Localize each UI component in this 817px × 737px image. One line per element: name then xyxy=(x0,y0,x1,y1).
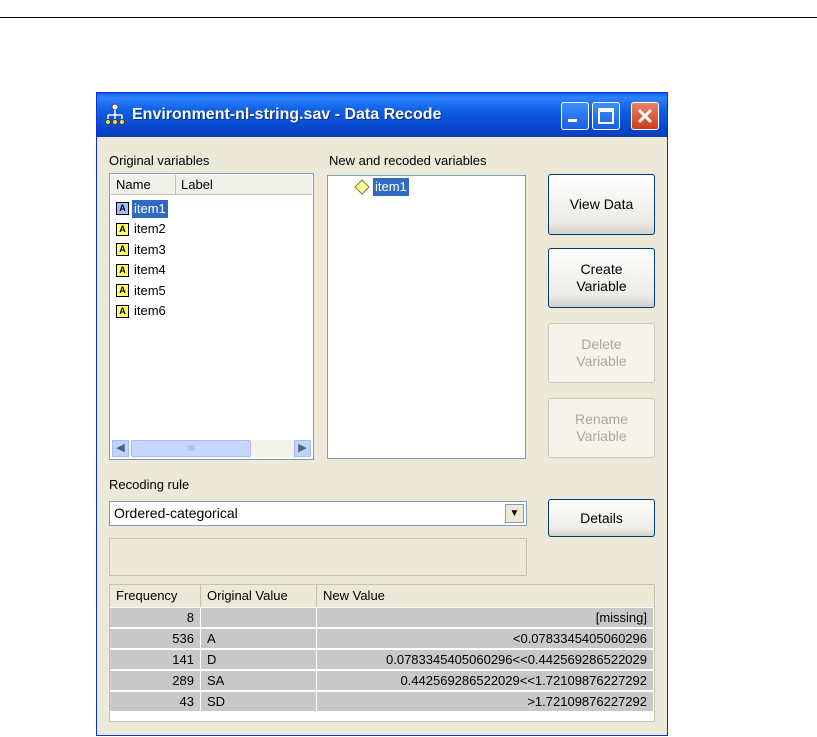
scroll-left-icon[interactable]: ◀ xyxy=(112,440,129,457)
original-variables-label: Original variables xyxy=(109,153,210,168)
string-variable-icon: A xyxy=(116,284,129,298)
header-original-value[interactable]: Original Value xyxy=(201,585,317,607)
cell-original-value: A xyxy=(201,629,317,649)
tree-item[interactable]: item1 xyxy=(354,177,409,196)
close-icon xyxy=(637,108,653,124)
cell-original-value: D xyxy=(201,650,317,670)
delete-variable-button[interactable]: Delete Variable xyxy=(548,323,655,383)
cell-frequency: 289 xyxy=(110,671,201,691)
scroll-thumb[interactable]: III xyxy=(131,440,251,457)
horizontal-scrollbar[interactable]: ◀ III ▶ xyxy=(112,440,311,457)
cell-frequency: 43 xyxy=(110,692,201,712)
recoding-rule-value: Ordered-categorical xyxy=(114,505,238,521)
list-item[interactable]: Aitem5 xyxy=(116,281,168,299)
cell-frequency: 8 xyxy=(110,608,201,628)
recoding-rule-label: Recoding rule xyxy=(109,477,190,492)
variable-name: item2 xyxy=(134,221,166,237)
top-divider xyxy=(0,17,817,18)
new-variables-tree[interactable]: item1 xyxy=(327,175,526,459)
variable-name: item5 xyxy=(134,282,166,298)
original-variables-list[interactable]: Name Label Aitem1 Aitem2 Aitem3 Aitem4 Aitem… xyxy=(109,173,314,460)
close-button[interactable] xyxy=(631,102,659,130)
minimize-button[interactable] xyxy=(561,102,589,130)
chevron-down-icon[interactable]: ▼ xyxy=(505,504,524,523)
cell-original-value: SA xyxy=(201,671,317,691)
cell-original-value: SD xyxy=(201,692,317,712)
network-tree-icon xyxy=(105,103,125,125)
title-bar[interactable]: Environment-nl-string.sav - Data Recode xyxy=(97,93,667,137)
maximize-button[interactable] xyxy=(592,102,620,130)
table-row[interactable]: 289 SA 0.442569286522029<<1.72109876227292 xyxy=(110,671,654,691)
column-header: Name Label xyxy=(111,175,312,195)
cell-new-value: >1.72109876227292 xyxy=(317,692,654,712)
list-item[interactable]: Aitem3 xyxy=(116,240,168,258)
variable-name: item1 xyxy=(132,199,168,218)
cell-original-value xyxy=(201,608,317,628)
rule-description-box xyxy=(109,538,527,576)
list-item[interactable]: Aitem1 xyxy=(116,199,168,218)
table-row[interactable]: 43 SD >1.72109876227292 xyxy=(110,692,654,712)
column-name[interactable]: Name xyxy=(111,175,176,194)
cell-new-value: [missing] xyxy=(317,608,654,628)
data-recode-window: Environment-nl-string.sav - Data Recode … xyxy=(96,92,668,736)
string-variable-icon: A xyxy=(116,243,129,257)
table-row[interactable]: 8 [missing] xyxy=(110,608,654,628)
list-item[interactable]: Aitem6 xyxy=(116,302,168,320)
minimize-icon xyxy=(568,119,577,122)
scroll-right-icon[interactable]: ▶ xyxy=(294,440,311,457)
string-variable-icon: A xyxy=(116,222,129,236)
window-title: Environment-nl-string.sav - Data Recode xyxy=(132,106,442,123)
diamond-icon xyxy=(354,178,370,195)
table-row[interactable]: 141 D 0.0783345405060296<<0.44256928652202… xyxy=(110,650,654,670)
cell-new-value: <0.0783345405060296 xyxy=(317,629,654,649)
recoding-rule-select[interactable]: Ordered-categorical ▼ xyxy=(109,501,527,526)
new-variable-name: item1 xyxy=(373,177,409,196)
create-variable-button[interactable]: Create Variable xyxy=(548,248,655,308)
variable-name: item4 xyxy=(134,262,166,278)
list-item[interactable]: Aitem2 xyxy=(116,220,168,238)
string-variable-icon: A xyxy=(116,202,129,216)
details-button[interactable]: Details xyxy=(548,499,655,537)
cell-new-value: 0.442569286522029<<1.72109876227292 xyxy=(317,671,654,691)
variable-name: item6 xyxy=(134,303,166,319)
string-variable-icon: A xyxy=(116,304,129,318)
cell-frequency: 536 xyxy=(110,629,201,649)
maximize-icon xyxy=(598,108,614,124)
list-item[interactable]: Aitem4 xyxy=(116,261,168,279)
variable-name: item3 xyxy=(134,241,166,257)
view-data-button[interactable]: View Data xyxy=(548,174,655,235)
new-variables-label: New and recoded variables xyxy=(329,153,487,168)
header-frequency[interactable]: Frequency xyxy=(110,585,201,607)
rename-variable-button[interactable]: Rename Variable xyxy=(548,398,655,458)
string-variable-icon: A xyxy=(116,263,129,277)
table-header: Frequency Original Value New Value xyxy=(110,585,654,607)
header-new-value[interactable]: New Value xyxy=(317,585,654,607)
recode-table[interactable]: Frequency Original Value New Value 8 [mis… xyxy=(109,584,655,722)
table-row[interactable]: 536 A <0.0783345405060296 xyxy=(110,629,654,649)
cell-frequency: 141 xyxy=(110,650,201,670)
cell-new-value: 0.0783345405060296<<0.442569286522029 xyxy=(317,650,654,670)
column-label[interactable]: Label xyxy=(176,175,312,194)
